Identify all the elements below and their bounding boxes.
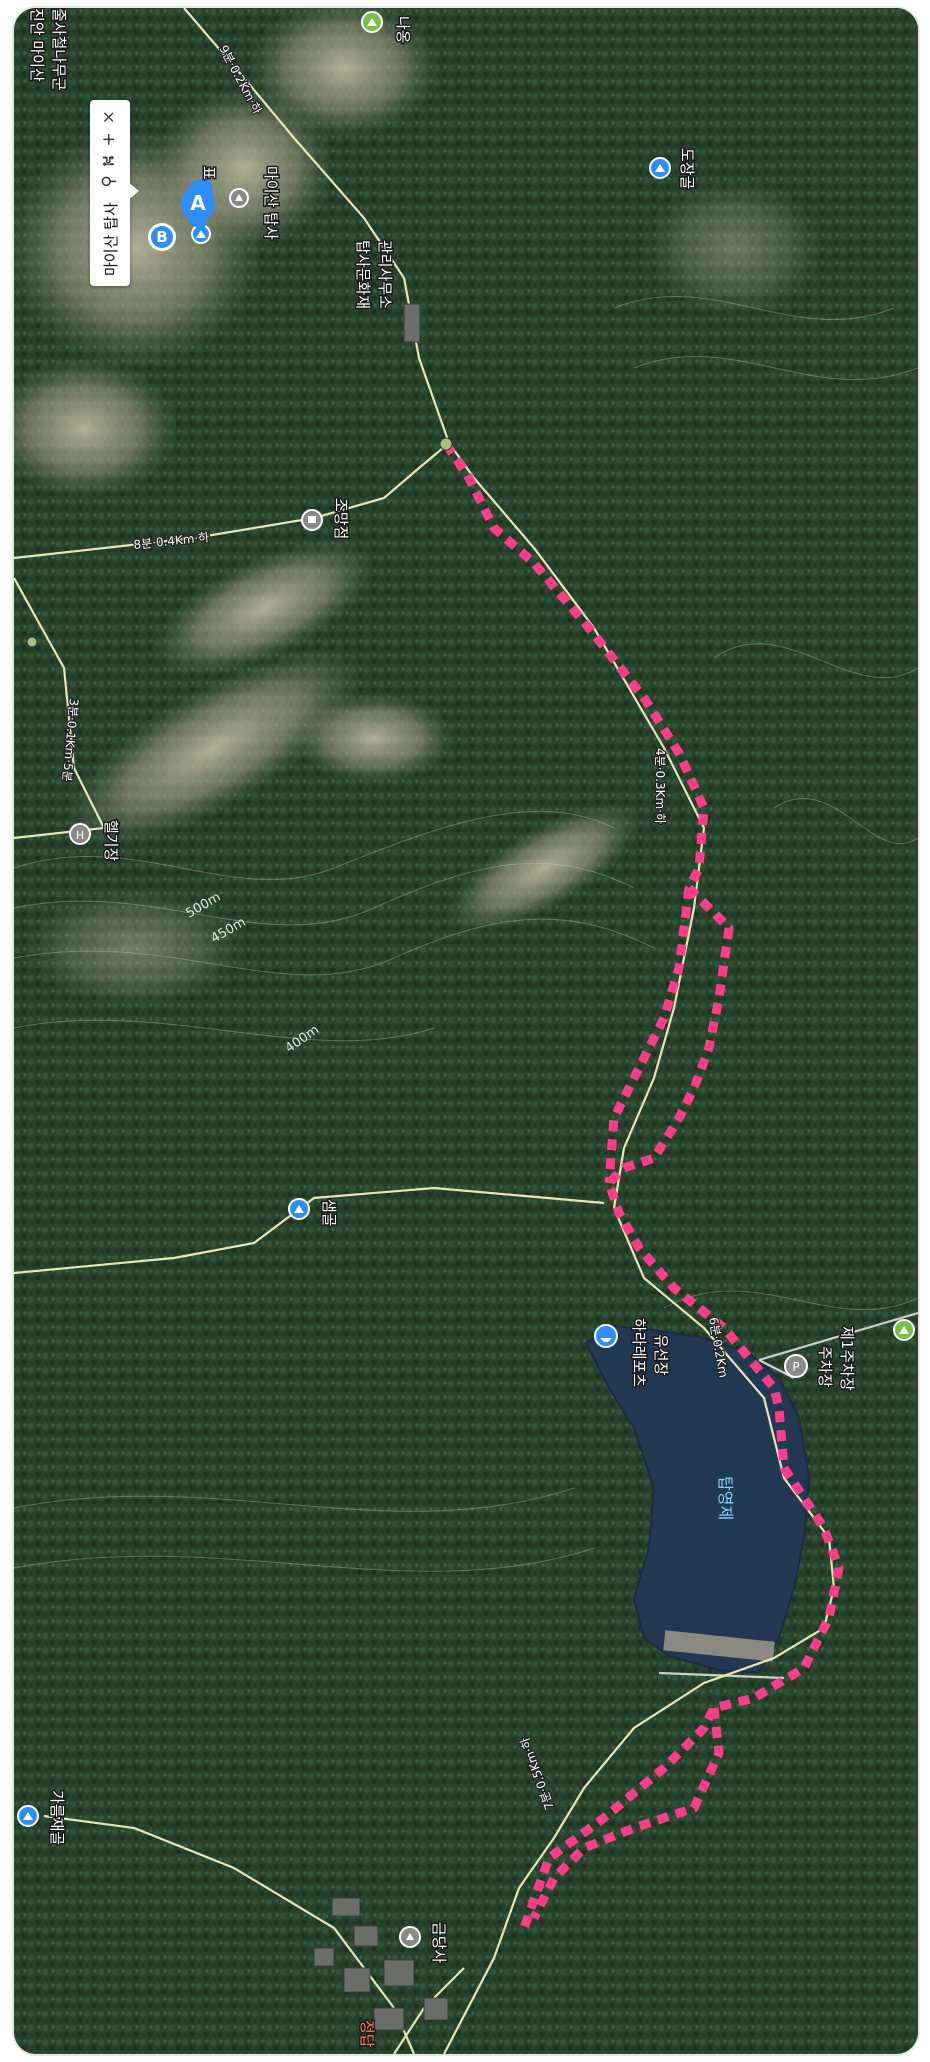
mountain-icon xyxy=(361,11,383,33)
parking-icon: P xyxy=(784,1354,808,1378)
ferry-icon xyxy=(594,1324,618,1348)
location-pin-icon[interactable]: ⚲ xyxy=(99,175,121,187)
rock-ridge xyxy=(294,693,454,783)
mountain-icon xyxy=(17,1805,39,1827)
trail-label-main: 4분·0.3Km·하 xyxy=(653,748,667,824)
place-label-naong: 나옹 xyxy=(394,16,412,44)
zoom-in-icon[interactable]: + xyxy=(99,132,121,146)
place-label-dojang: 도장골 xyxy=(678,148,696,189)
mountain-icon xyxy=(893,1319,915,1341)
place-label-bottom: 정답 xyxy=(358,2020,376,2048)
place-label-ferry-2: 유선장 xyxy=(652,1334,670,1376)
mountain-icon xyxy=(288,1198,310,1220)
place-popup[interactable]: 마이산 탑사 ⚲ ⛕ + × xyxy=(90,100,139,286)
reservoir-label: 탑영제 xyxy=(716,1476,735,1520)
close-icon[interactable]: × xyxy=(99,110,121,124)
temple-icon xyxy=(229,188,249,208)
place-label-saemgol: 샘골 xyxy=(320,1199,338,1227)
marker-end-label: B xyxy=(156,228,167,246)
popup-title: 마이산 탑사 xyxy=(101,202,120,276)
place-label-parking-lot: 제1주차장 xyxy=(838,1326,856,1391)
map-view[interactable]: 9분·0.2Km·하 8분·0.4Km·하 3분·0.1Km·5분 4분·0.3… xyxy=(14,8,918,2054)
place-label-viewpoint: 조망점 xyxy=(332,498,350,539)
place-label-gareumjae: 가름재골 xyxy=(48,1790,66,1845)
place-label-heliport: 헬기장 xyxy=(102,820,120,862)
place-label-temple: 마이산 탑사 xyxy=(262,166,280,240)
place-label-geumdangsa: 금당사 xyxy=(430,1922,448,1964)
mountain-icon xyxy=(649,157,671,179)
viewpoint-icon xyxy=(301,509,323,531)
place-label-office-2: 관리사무소 xyxy=(376,240,394,309)
trail-node xyxy=(26,636,38,648)
place-label-parking: 주차장 xyxy=(816,1346,834,1388)
place-label-toplink: 진안 마이산 xyxy=(28,8,46,82)
place-label-ferry-1: 하라레포츠 xyxy=(630,1318,648,1387)
place-label-office-1: 탑사문화재 xyxy=(354,240,372,309)
place-label-sign: 표 xyxy=(200,166,218,180)
place-label-toplink2: 줄사철나무군 xyxy=(50,8,68,91)
temple-icon xyxy=(399,1926,421,1948)
svg-text:P: P xyxy=(792,1360,799,1374)
marker-start-label: A xyxy=(190,191,206,215)
route-icon[interactable]: ⛕ xyxy=(99,155,121,168)
heliport-icon: H xyxy=(69,823,91,845)
svg-text:H: H xyxy=(76,829,84,842)
map-canvas[interactable]: 9분·0.2Km·하 8분·0.4Km·하 3분·0.1Km·5분 4분·0.3… xyxy=(14,8,918,2054)
marker-end[interactable]: B xyxy=(148,223,176,251)
route-endpoint xyxy=(439,437,453,451)
